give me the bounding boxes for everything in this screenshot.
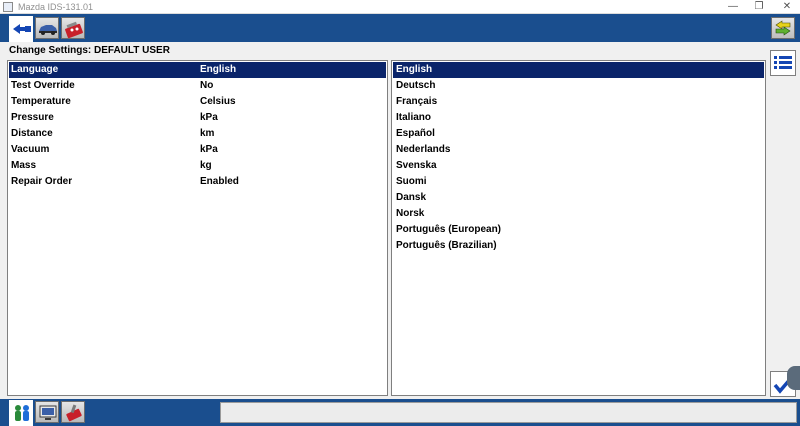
connector-icon	[13, 24, 31, 34]
monitor-tab[interactable]	[35, 401, 59, 423]
setting-value: Enabled	[200, 176, 239, 187]
setting-value: km	[200, 128, 215, 139]
setting-row-repair-order[interactable]: Repair Order Enabled	[9, 174, 386, 190]
setting-name: Temperature	[11, 96, 71, 107]
setting-name: Vacuum	[11, 144, 50, 155]
tools-icon	[66, 404, 82, 422]
setting-row-language[interactable]: Language English	[9, 62, 386, 78]
setting-value: kPa	[200, 144, 218, 155]
app-icon	[3, 2, 13, 12]
vehicle-icon	[39, 25, 57, 35]
side-panel-handle[interactable]	[787, 366, 800, 390]
title-bar: Mazda IDS-131.01 — ❐ ✕	[0, 0, 800, 14]
setting-value: English	[200, 64, 237, 75]
status-bar	[220, 402, 797, 423]
setting-row-temperature[interactable]: Temperature Celsius	[9, 94, 386, 110]
settings-list: Language English Test Override No Temper…	[7, 60, 388, 396]
setting-row-mass[interactable]: Mass kg	[9, 158, 386, 174]
language-options-list: English Deutsch Français Italiano Españo…	[391, 60, 766, 396]
exit-arrows-icon	[775, 20, 791, 36]
toolbox-tab[interactable]	[61, 17, 85, 39]
language-option[interactable]: Svenska	[393, 158, 764, 174]
list-view-button[interactable]	[770, 50, 796, 76]
language-option[interactable]: Italiano	[393, 110, 764, 126]
exit-button[interactable]	[771, 17, 795, 39]
minimize-button[interactable]: —	[720, 0, 746, 14]
setting-row-test-override[interactable]: Test Override No	[9, 78, 386, 94]
users-tab[interactable]	[9, 400, 33, 426]
setting-name: Language	[11, 64, 59, 75]
close-button[interactable]: ✕	[774, 0, 800, 14]
language-option[interactable]: Deutsch	[393, 78, 764, 94]
tools-tab[interactable]	[61, 401, 85, 423]
setting-name: Mass	[11, 160, 37, 171]
setting-row-vacuum[interactable]: Vacuum kPa	[9, 142, 386, 158]
language-option[interactable]: English	[393, 62, 764, 78]
maximize-button[interactable]: ❐	[746, 0, 772, 14]
setting-name: Distance	[11, 128, 53, 139]
setting-row-pressure[interactable]: Pressure kPa	[9, 110, 386, 126]
setting-value: kPa	[200, 112, 218, 123]
page-title: Change Settings: DEFAULT USER	[9, 45, 170, 56]
setting-value: kg	[200, 160, 212, 171]
window-title: Mazda IDS-131.01	[18, 2, 94, 12]
language-option[interactable]: Norsk	[393, 206, 764, 222]
users-icon	[15, 405, 29, 421]
top-toolbar	[0, 14, 800, 42]
setting-value: No	[200, 80, 214, 91]
monitor-icon	[39, 405, 57, 420]
language-option[interactable]: Português (Brazilian)	[393, 238, 764, 254]
toolbox-icon	[65, 21, 83, 39]
language-option[interactable]: Português (European)	[393, 222, 764, 238]
language-option[interactable]: Español	[393, 126, 764, 142]
list-icon	[774, 56, 792, 69]
language-option[interactable]: Dansk	[393, 190, 764, 206]
setting-value: Celsius	[200, 96, 236, 107]
setting-row-distance[interactable]: Distance km	[9, 126, 386, 142]
language-option[interactable]: Français	[393, 94, 764, 110]
vehicle-tab[interactable]	[35, 17, 59, 39]
connector-tab[interactable]	[9, 16, 33, 42]
language-option[interactable]: Suomi	[393, 174, 764, 190]
setting-name: Repair Order	[11, 176, 73, 187]
setting-name: Test Override	[11, 80, 75, 91]
setting-name: Pressure	[11, 112, 54, 123]
language-option[interactable]: Nederlands	[393, 142, 764, 158]
